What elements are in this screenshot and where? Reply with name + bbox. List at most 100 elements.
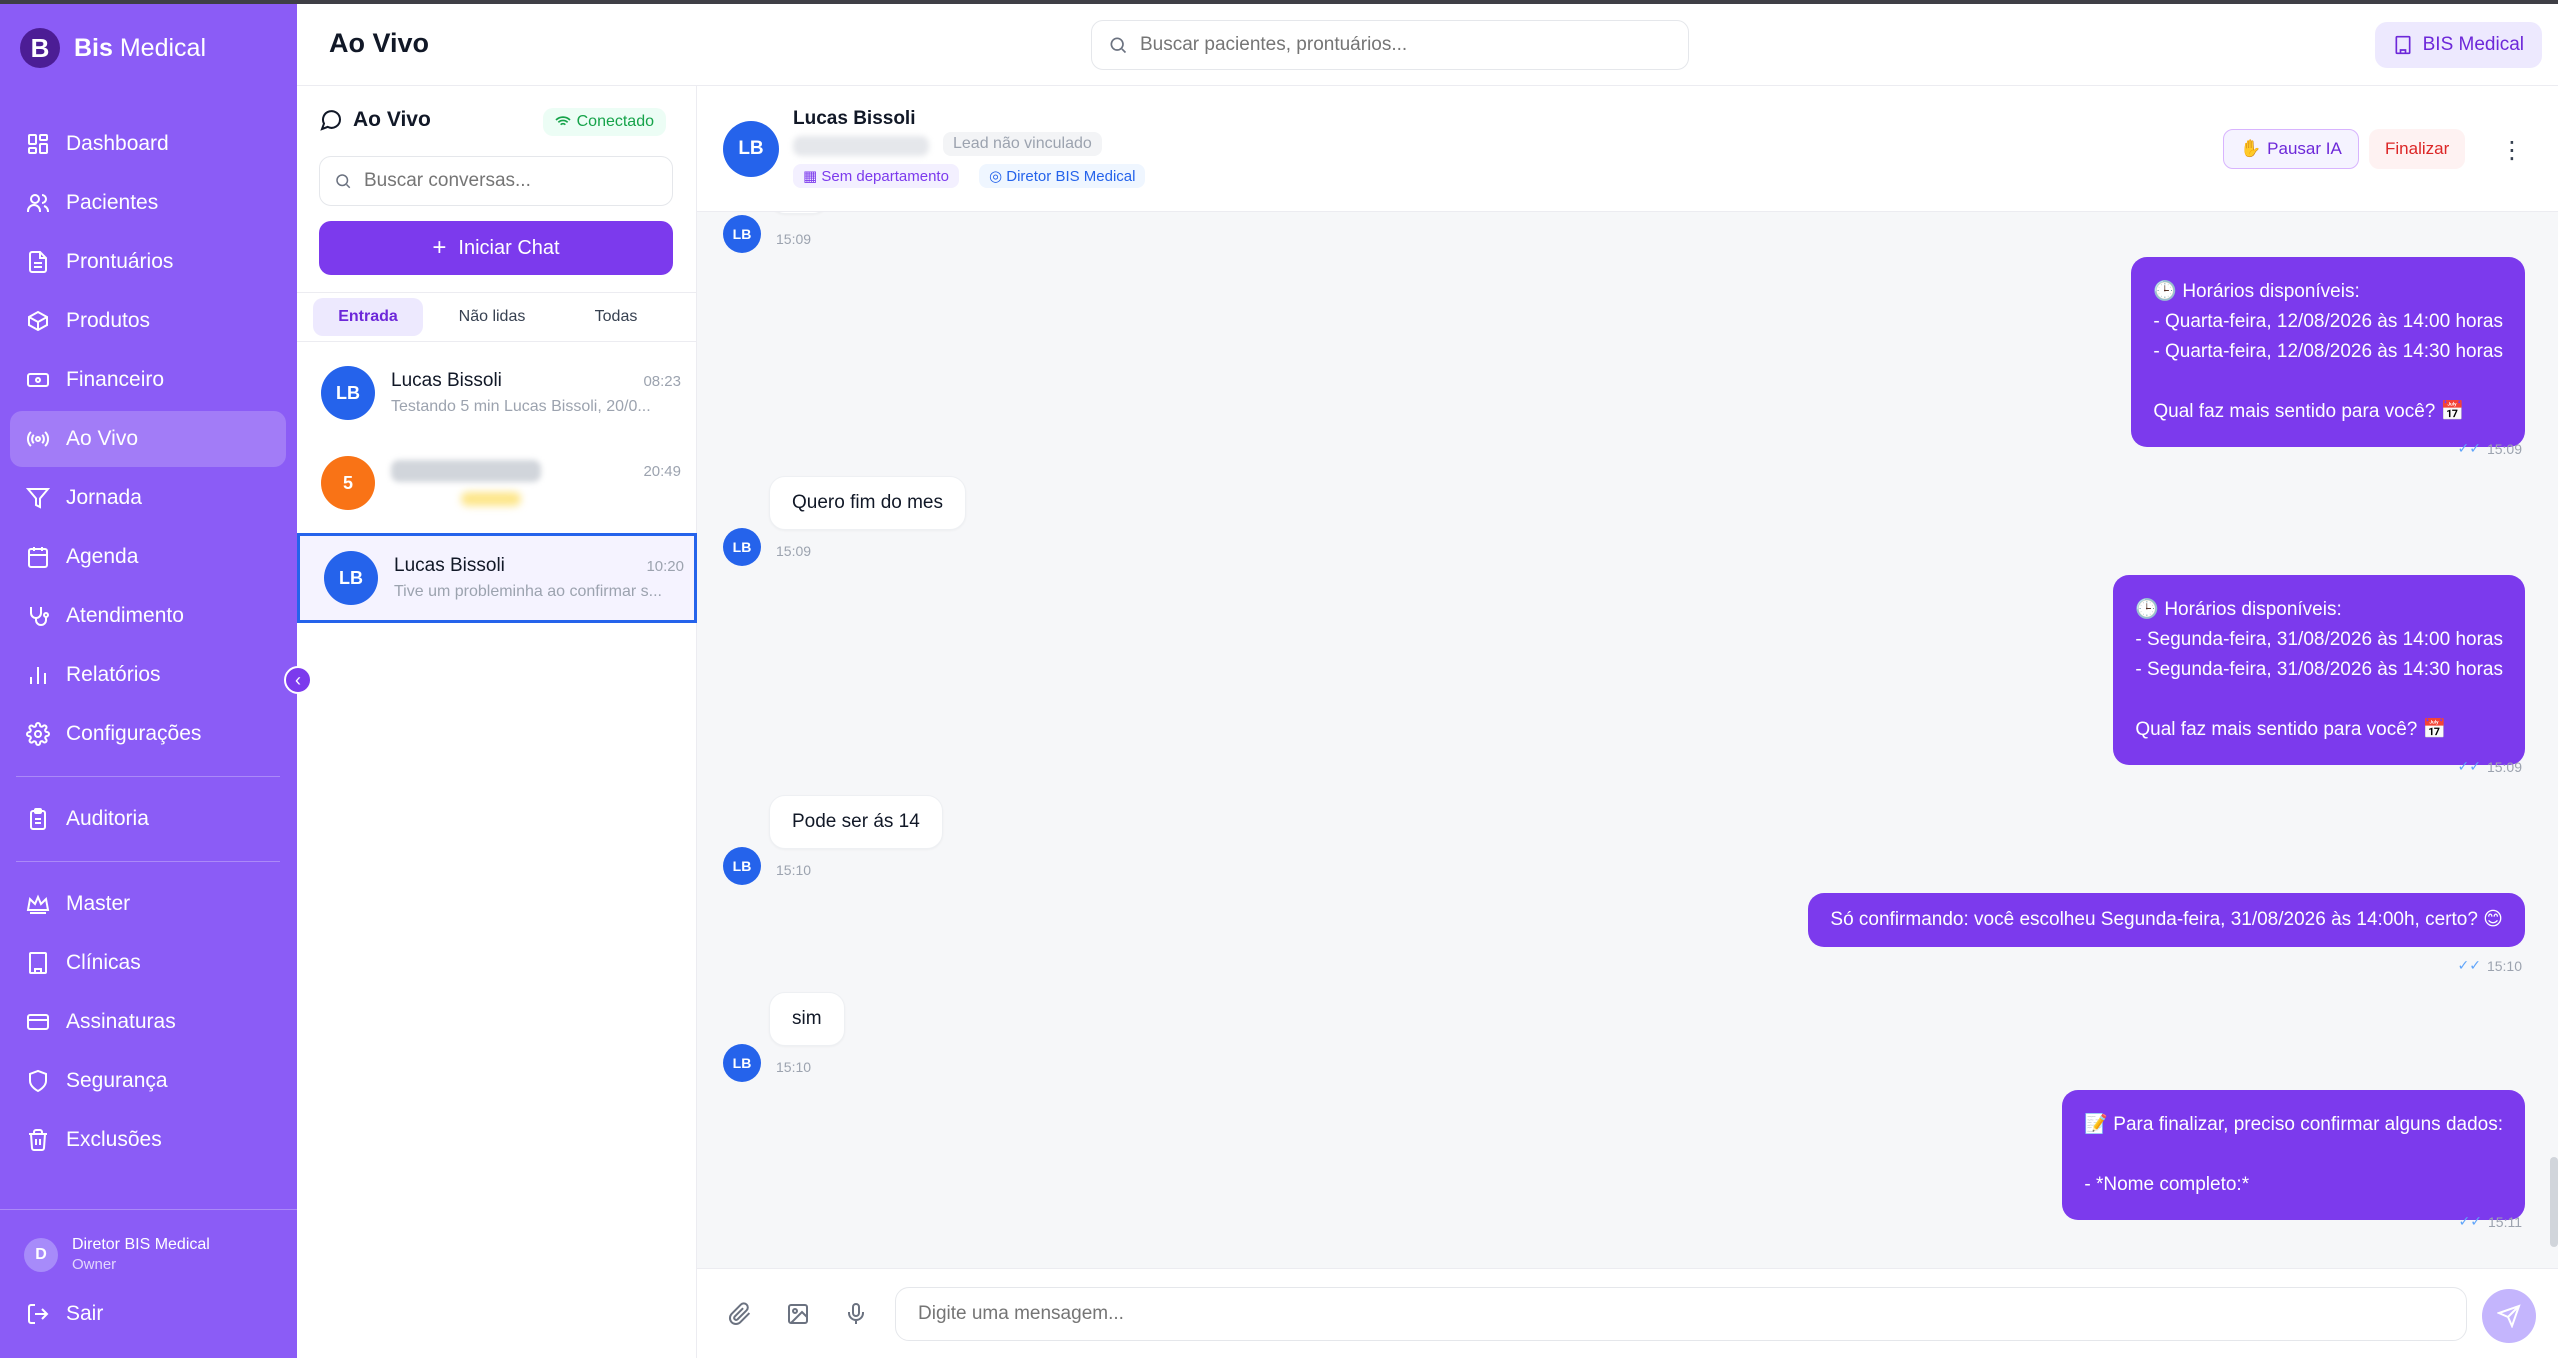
- global-search-input[interactable]: [1140, 34, 1660, 56]
- conversation-search[interactable]: [319, 156, 673, 206]
- user-profile[interactable]: D Diretor BIS Medical Owner: [24, 1236, 210, 1273]
- sidebar-item-ao-vivo[interactable]: Ao Vivo: [10, 411, 286, 467]
- conversation-name: Lucas Bissoli: [394, 555, 505, 576]
- finish-button[interactable]: Finalizar: [2369, 129, 2466, 169]
- tab-entrada[interactable]: Entrada: [313, 298, 423, 336]
- message-bubble-out: 📝 Para finalizar, preciso confirmar algu…: [2062, 1090, 2525, 1220]
- department-tag-label: Sem departamento: [821, 168, 949, 185]
- sidebar-nav: Dashboard Pacientes Prontuários Produtos…: [10, 116, 286, 1171]
- double-check-icon: ✓✓: [2457, 957, 2481, 973]
- message-time: ✓✓ 15:09: [2457, 758, 2522, 775]
- sidebar-item-label: Agenda: [66, 545, 139, 568]
- chat-header: LB Lucas Bissoli Lead não vinculado ▦ Se…: [697, 86, 2558, 212]
- hand-icon: ✋: [2240, 139, 2262, 158]
- start-chat-button[interactable]: + Iniciar Chat: [319, 221, 673, 275]
- building-icon: ▦: [803, 168, 818, 185]
- sidebar-divider: [16, 776, 280, 777]
- conversation-item-selected[interactable]: LB Lucas Bissoli 10:20 Tive um problemin…: [297, 533, 697, 623]
- conversation-panel-header: Ao Vivo: [319, 108, 431, 132]
- sidebar-collapse-button[interactable]: ‹: [284, 666, 312, 694]
- message-time: 15:09: [776, 543, 812, 559]
- sidebar-item-label: Configurações: [66, 722, 202, 745]
- double-check-icon: ✓✓: [2458, 1213, 2482, 1229]
- tab-nao-lidas[interactable]: Não lidas: [437, 298, 547, 336]
- message-time: ✓✓ 15:10: [2457, 957, 2522, 974]
- avatar: LB: [723, 847, 761, 885]
- global-search[interactable]: [1091, 20, 1689, 70]
- conversation-item[interactable]: 5 20:49: [297, 438, 697, 528]
- double-check-icon: ✓✓: [2457, 440, 2481, 456]
- sidebar-item-produtos[interactable]: Produtos: [10, 293, 286, 349]
- brand[interactable]: B Bis Medical: [20, 28, 206, 68]
- paperclip-icon[interactable]: [725, 1299, 755, 1329]
- sidebar-item-financeiro[interactable]: Financeiro: [10, 352, 286, 408]
- conversation-time: 08:23: [643, 372, 681, 390]
- money-icon: [27, 373, 49, 387]
- sidebar-item-clinicas[interactable]: Clínicas: [10, 935, 286, 991]
- sidebar-item-label: Exclusões: [66, 1128, 162, 1151]
- pause-ai-button[interactable]: ✋ Pausar IA: [2223, 129, 2359, 169]
- plus-icon: +: [432, 234, 447, 261]
- department-tag[interactable]: ▦ Sem departamento: [793, 164, 959, 188]
- message-time: 15:09: [776, 231, 812, 247]
- target-icon: ◎: [989, 168, 1003, 185]
- brand-logo: B: [20, 28, 60, 68]
- logout-button[interactable]: Sair: [26, 1302, 103, 1326]
- connection-status-badge: Conectado: [542, 108, 666, 136]
- message-bubble-in: Quero fim do mes: [769, 476, 966, 530]
- user-role: Owner: [72, 1256, 117, 1273]
- sidebar-item-prontuarios[interactable]: Prontuários: [10, 234, 286, 290]
- avatar: LB: [324, 551, 378, 605]
- finish-label: Finalizar: [2385, 139, 2450, 158]
- top-header: Ao Vivo BIS Medical: [297, 4, 2558, 86]
- sidebar-item-seguranca[interactable]: Segurança: [10, 1053, 286, 1109]
- sidebar-item-relatorios[interactable]: Relatórios: [10, 647, 286, 703]
- chevron-left-icon: ‹: [295, 669, 301, 690]
- sidebar-item-master[interactable]: Master: [10, 876, 286, 932]
- message-input[interactable]: [918, 1303, 2418, 1325]
- conversation-search-input[interactable]: [364, 170, 664, 192]
- radio-icon: [26, 431, 50, 447]
- message-list: LB 15:09 🕒 Horários disponíveis: - Quart…: [697, 212, 2558, 1268]
- more-options-icon[interactable]: ⋮: [2497, 133, 2527, 167]
- avatar: LB: [723, 215, 761, 253]
- start-chat-label: Iniciar Chat: [458, 236, 560, 259]
- image-icon[interactable]: [783, 1299, 813, 1329]
- message-time: ✓✓ 15:09: [2457, 440, 2522, 457]
- sidebar-item-atendimento[interactable]: Atendimento: [10, 588, 286, 644]
- sidebar-item-label: Financeiro: [66, 368, 165, 391]
- user-name: Diretor BIS Medical: [72, 1236, 210, 1253]
- sidebar-item-configuracoes[interactable]: Configurações: [10, 706, 286, 762]
- sidebar-item-assinaturas[interactable]: Assinaturas: [10, 994, 286, 1050]
- search-icon: [336, 174, 351, 189]
- box-icon: [28, 310, 48, 332]
- lead-status-badge[interactable]: Lead não vinculado: [943, 132, 1102, 156]
- pause-ai-label: Pausar IA: [2267, 139, 2342, 158]
- sidebar-item-label: Assinaturas: [66, 1010, 176, 1033]
- sidebar-item-pacientes[interactable]: Pacientes: [10, 175, 286, 231]
- users-icon: [27, 194, 49, 212]
- clinic-selector[interactable]: BIS Medical: [2374, 22, 2542, 68]
- owner-tag[interactable]: ◎ Diretor BIS Medical: [979, 164, 1146, 188]
- avatar: LB: [723, 1044, 761, 1082]
- scrollbar[interactable]: [2550, 1157, 2558, 1247]
- sidebar-item-agenda[interactable]: Agenda: [10, 529, 286, 585]
- sidebar-item-dashboard[interactable]: Dashboard: [10, 116, 286, 172]
- conversation-item[interactable]: LB Lucas Bissoli 08:23 Testando 5 min Lu…: [297, 348, 697, 438]
- message-time: 15:10: [776, 862, 812, 878]
- sidebar-item-exclusoes[interactable]: Exclusões: [10, 1112, 286, 1168]
- sidebar-item-label: Master: [66, 892, 131, 915]
- contact-name: Lucas Bissoli: [793, 108, 916, 129]
- message-bubble-in: Pode ser ás 14: [769, 795, 943, 849]
- contact-avatar: LB: [723, 121, 779, 177]
- send-button[interactable]: [2482, 1289, 2536, 1343]
- sidebar-item-jornada[interactable]: Jornada: [10, 470, 286, 526]
- avatar: 5: [321, 456, 375, 510]
- microphone-icon[interactable]: [841, 1299, 871, 1329]
- tab-todas[interactable]: Todas: [561, 298, 671, 336]
- sidebar-item-auditoria[interactable]: Auditoria: [10, 791, 286, 847]
- message-input-field[interactable]: [895, 1287, 2467, 1341]
- conversation-preview: Tive um probleminha ao confirmar s...: [394, 583, 662, 600]
- sidebar-item-label: Prontuários: [66, 250, 174, 273]
- avatar: D: [24, 1237, 58, 1272]
